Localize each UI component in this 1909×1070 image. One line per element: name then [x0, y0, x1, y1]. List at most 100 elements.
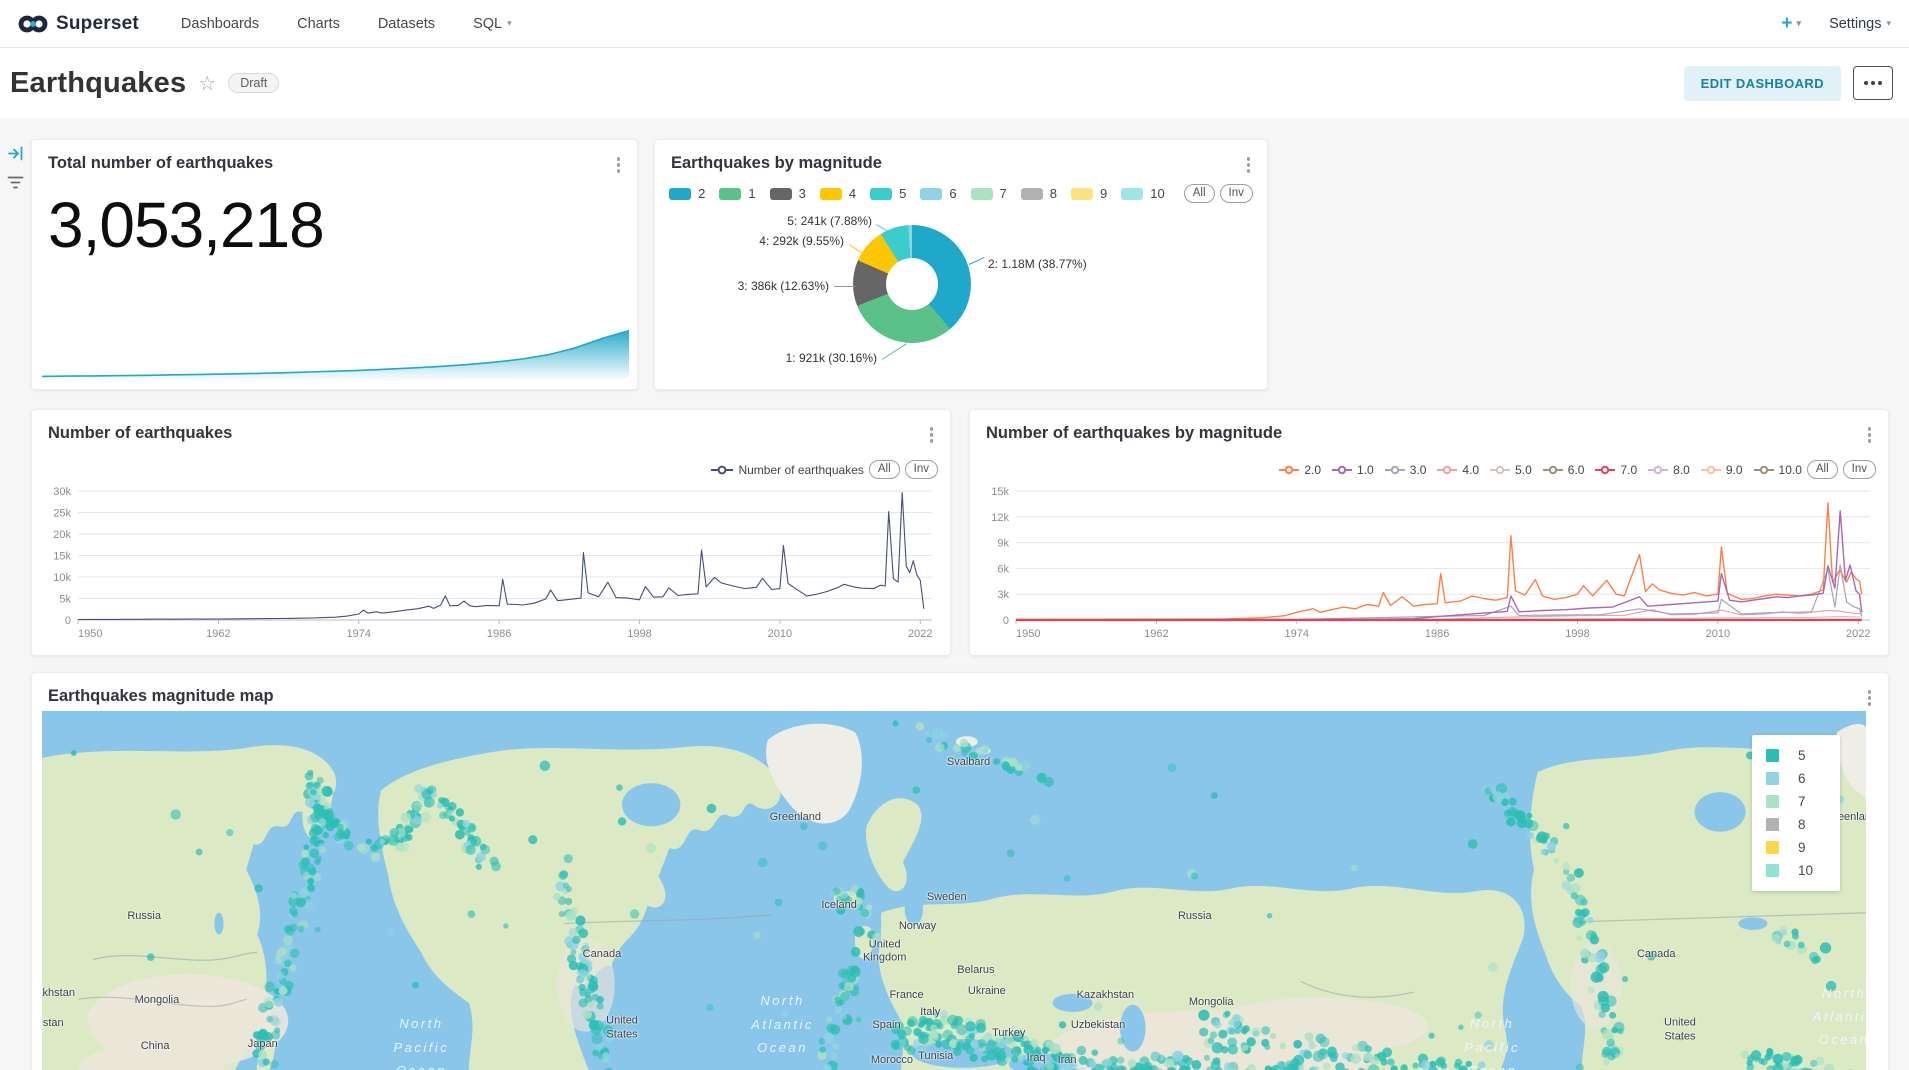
edit-dashboard-button[interactable]: EDIT DASHBOARD — [1684, 66, 1841, 101]
brand-name: Superset — [56, 13, 139, 35]
legend-item-10[interactable]: 10 — [1121, 186, 1164, 201]
line-series-marker-icon — [1437, 465, 1457, 475]
legend-item-7.0[interactable]: 7.0 — [1595, 463, 1637, 477]
map-country-label: France — [889, 989, 923, 1003]
superset-dashboard-page: Superset Dashboards Charts Datasets SQL▾… — [0, 0, 1909, 1070]
settings-menu[interactable]: Settings▾ — [1829, 16, 1891, 32]
map-country-label: Mongolia — [1189, 996, 1234, 1010]
series-Number of earthquakes — [78, 493, 924, 620]
filter-icon[interactable] — [7, 174, 24, 191]
map-legend-item-10: 10 — [1766, 863, 1826, 878]
nav-right: +▾ Settings▾ — [1781, 13, 1891, 35]
chart-kebab-menu[interactable] — [1244, 154, 1254, 176]
nav-item-dashboards[interactable]: Dashboards — [181, 16, 259, 32]
map-legend-item-5: 5 — [1766, 748, 1826, 763]
legend-swatch — [1766, 772, 1779, 785]
legend-item-5[interactable]: 5 — [870, 186, 906, 201]
series-1.0 — [1016, 511, 1862, 620]
map-legend: 5678910 — [1752, 735, 1840, 891]
chart-kebab-menu[interactable] — [1865, 424, 1875, 446]
new-item-button[interactable]: +▾ — [1781, 13, 1801, 35]
svg-text:20k: 20k — [53, 529, 71, 541]
chart-title: Total number of earthquakes — [48, 154, 273, 173]
legend-label: 8 — [1050, 186, 1057, 201]
legend-all-button[interactable]: All — [1807, 460, 1838, 479]
legend-item-2.0[interactable]: 2.0 — [1279, 463, 1321, 477]
legend-item-10.0[interactable]: 10.0 — [1754, 463, 1802, 477]
legend-inv-button[interactable]: Inv — [1843, 460, 1876, 479]
svg-text:0: 0 — [1003, 615, 1009, 627]
legend-swatch — [1766, 818, 1779, 831]
legend-swatch — [820, 188, 842, 200]
more-options-button[interactable] — [1853, 66, 1893, 100]
legend-label: 7 — [1000, 186, 1007, 201]
legend-label: 1.0 — [1357, 463, 1374, 477]
legend-label: Number of earthquakes — [738, 463, 863, 477]
legend-item[interactable]: Number of earthquakes — [711, 463, 863, 477]
chart-kebab-menu[interactable] — [614, 154, 624, 176]
line-series-marker-icon — [1543, 465, 1563, 475]
legend-all-button[interactable]: All — [869, 460, 900, 479]
line-series-marker-icon — [1648, 465, 1668, 475]
chart-title: Number of earthquakes — [48, 424, 232, 443]
legend-swatch — [920, 188, 942, 200]
map-country-label: Svalbard — [947, 756, 990, 770]
legend-item-9[interactable]: 9 — [1071, 186, 1107, 201]
line-chart[interactable]: 03k6k9k12k15k195019621974198619982010202… — [978, 486, 1882, 644]
line-chart[interactable]: 05k10k15k20k25k30k1950196219741986199820… — [40, 486, 944, 644]
svg-text:15k: 15k — [991, 486, 1009, 498]
chart-kebab-menu[interactable] — [1865, 687, 1875, 709]
legend-item-6[interactable]: 6 — [920, 186, 956, 201]
world-map[interactable]: RussiazakhstanMongoliakistanChinaJapanPa… — [42, 711, 1866, 1070]
map-country-label: Canada — [583, 949, 622, 963]
legend-swatch — [770, 188, 792, 200]
settings-label: Settings — [1829, 16, 1881, 32]
favorite-star-icon[interactable]: ☆ — [198, 71, 216, 96]
legend-item-2[interactable]: 2 — [669, 186, 705, 201]
legend-item-5.0[interactable]: 5.0 — [1490, 463, 1532, 477]
map-country-label: Belarus — [957, 964, 994, 978]
legend-item-6.0[interactable]: 6.0 — [1543, 463, 1585, 477]
line-series-marker-icon — [1701, 465, 1721, 475]
line-series-marker-icon — [1332, 465, 1352, 475]
nav-item-charts[interactable]: Charts — [297, 16, 340, 32]
map-country-label: Iceland — [821, 899, 856, 913]
legend-item-4[interactable]: 4 — [820, 186, 856, 201]
legend-label: 10.0 — [1779, 463, 1802, 477]
svg-text:1962: 1962 — [206, 628, 230, 640]
legend-item-3.0[interactable]: 3.0 — [1385, 463, 1427, 477]
legend-item-8.0[interactable]: 8.0 — [1648, 463, 1690, 477]
legend-label: 3 — [799, 186, 806, 201]
chevron-down-icon: ▾ — [507, 18, 512, 29]
superset-logo[interactable]: Superset — [18, 11, 139, 37]
legend-item-4.0[interactable]: 4.0 — [1437, 463, 1479, 477]
svg-text:1986: 1986 — [1425, 628, 1449, 640]
map-country-label: Sweden — [927, 891, 967, 905]
top-nav: Superset Dashboards Charts Datasets SQL▾… — [0, 0, 1909, 48]
chart-card-total-earthquakes: Total number of earthquakes 3,053,218 — [31, 139, 638, 390]
legend-label: 5.0 — [1515, 463, 1532, 477]
legend-label: 5 — [1798, 748, 1806, 763]
legend-item-9.0[interactable]: 9.0 — [1701, 463, 1743, 477]
legend-all-button[interactable]: All — [1184, 184, 1215, 203]
legend-item-3[interactable]: 3 — [770, 186, 806, 201]
legend-label: 1 — [748, 186, 755, 201]
svg-text:1998: 1998 — [1565, 628, 1589, 640]
legend-swatch — [870, 188, 892, 200]
legend-item-1[interactable]: 1 — [719, 186, 755, 201]
expand-filter-bar-icon[interactable] — [7, 145, 24, 162]
dashboard-header: Earthquakes ☆ Draft EDIT DASHBOARD — [0, 48, 1909, 118]
legend-item-1.0[interactable]: 1.0 — [1332, 463, 1374, 477]
svg-text:30k: 30k — [53, 486, 71, 498]
nav-item-sql[interactable]: SQL▾ — [473, 16, 512, 32]
legend-item-7[interactable]: 7 — [971, 186, 1007, 201]
legend-inv-button[interactable]: Inv — [905, 460, 938, 479]
legend-inv-button[interactable]: Inv — [1220, 184, 1253, 203]
legend-label: 10 — [1798, 863, 1813, 878]
chart-kebab-menu[interactable] — [927, 424, 937, 446]
chart-card-earthquakes-magnitude-map: Earthquakes magnitude map — [31, 672, 1889, 1070]
legend-swatch — [1071, 188, 1093, 200]
nav-item-datasets[interactable]: Datasets — [378, 16, 435, 32]
legend-item-8[interactable]: 8 — [1021, 186, 1057, 201]
map-country-label: zakhstan — [42, 987, 75, 1001]
